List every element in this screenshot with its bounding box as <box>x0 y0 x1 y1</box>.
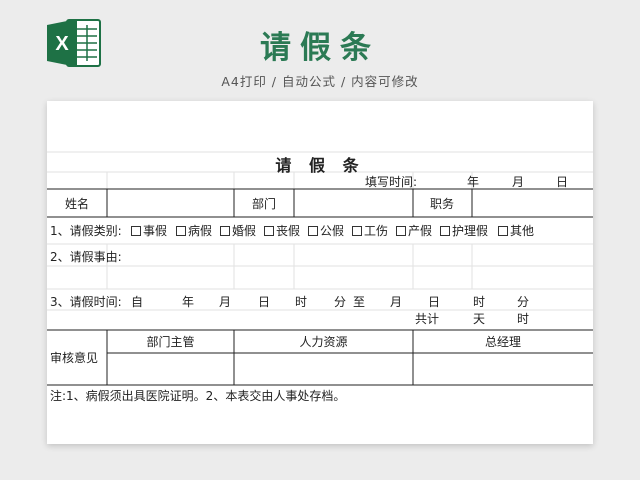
fill-month-label: 月 <box>512 175 525 189</box>
approver-hr: 人力资源 <box>299 335 348 349</box>
checkbox-icon[interactable] <box>352 226 362 236</box>
to-hour-label: 时 <box>473 295 486 309</box>
spreadsheet-form: 请 假 条 填写时间: 年 月 日 姓名 部门 职务 1、请假类别: 事假 病假… <box>47 101 593 444</box>
leave-type-label: 1、请假类别: <box>50 224 122 238</box>
time-label: 3、请假时间: <box>50 295 122 309</box>
checkbox-icon[interactable] <box>498 226 508 236</box>
checkbox-icon[interactable] <box>264 226 274 236</box>
reason-label: 2、请假事由: <box>50 250 122 264</box>
leave-option-hunjia[interactable]: 婚假 <box>220 224 256 238</box>
to-month-label: 月 <box>390 295 403 309</box>
to-day-label: 日 <box>428 295 441 309</box>
from-label: 自 <box>131 295 144 309</box>
footer-note: 注:1、病假须出具医院证明。2、本表交由人事处存档。 <box>50 389 346 403</box>
checkbox-icon[interactable] <box>396 226 406 236</box>
leave-option-qita[interactable]: 其他 <box>498 224 534 238</box>
leave-option-sangjia[interactable]: 丧假 <box>264 224 300 238</box>
banner-subtitle: A4打印 / 自动公式 / 内容可修改 <box>221 74 419 89</box>
leave-option-chanjia[interactable]: 产假 <box>396 224 432 238</box>
to-label: 至 <box>353 295 366 309</box>
from-month-label: 月 <box>219 295 232 309</box>
fill-day-label: 日 <box>556 175 569 189</box>
leave-option-shijia[interactable]: 事假 <box>131 224 167 238</box>
leave-option-gongshang[interactable]: 工伤 <box>352 224 388 238</box>
total-days-label: 天 <box>473 312 486 326</box>
approval-label: 审核意见 <box>50 351 99 365</box>
fill-time-label: 填写时间: <box>365 175 418 189</box>
leave-option-gongjia[interactable]: 公假 <box>308 224 344 238</box>
leave-option-hulijia[interactable]: 护理假 <box>440 224 488 238</box>
from-year-label: 年 <box>182 295 195 309</box>
fill-year-label: 年 <box>467 175 480 189</box>
checkbox-icon[interactable] <box>440 226 450 236</box>
from-hour-label: 时 <box>295 295 308 309</box>
approver-gm: 总经理 <box>484 335 521 349</box>
from-day-label: 日 <box>258 295 271 309</box>
total-hours-label: 时 <box>517 312 530 326</box>
to-minute-label: 分 <box>517 295 530 309</box>
checkbox-icon[interactable] <box>308 226 318 236</box>
approver-dept-head: 部门主管 <box>146 335 195 349</box>
checkbox-icon[interactable] <box>131 226 141 236</box>
dept-label: 部门 <box>252 197 277 211</box>
name-label: 姓名 <box>65 197 90 211</box>
checkbox-icon[interactable] <box>220 226 230 236</box>
total-label: 共计 <box>415 312 440 326</box>
position-label: 职务 <box>430 197 455 211</box>
banner-title: 请假条 <box>260 30 380 66</box>
from-minute-label: 分 <box>334 295 347 309</box>
leave-option-bingjia[interactable]: 病假 <box>176 224 212 238</box>
form-title: 请 假 条 <box>275 156 365 175</box>
checkbox-icon[interactable] <box>176 226 186 236</box>
